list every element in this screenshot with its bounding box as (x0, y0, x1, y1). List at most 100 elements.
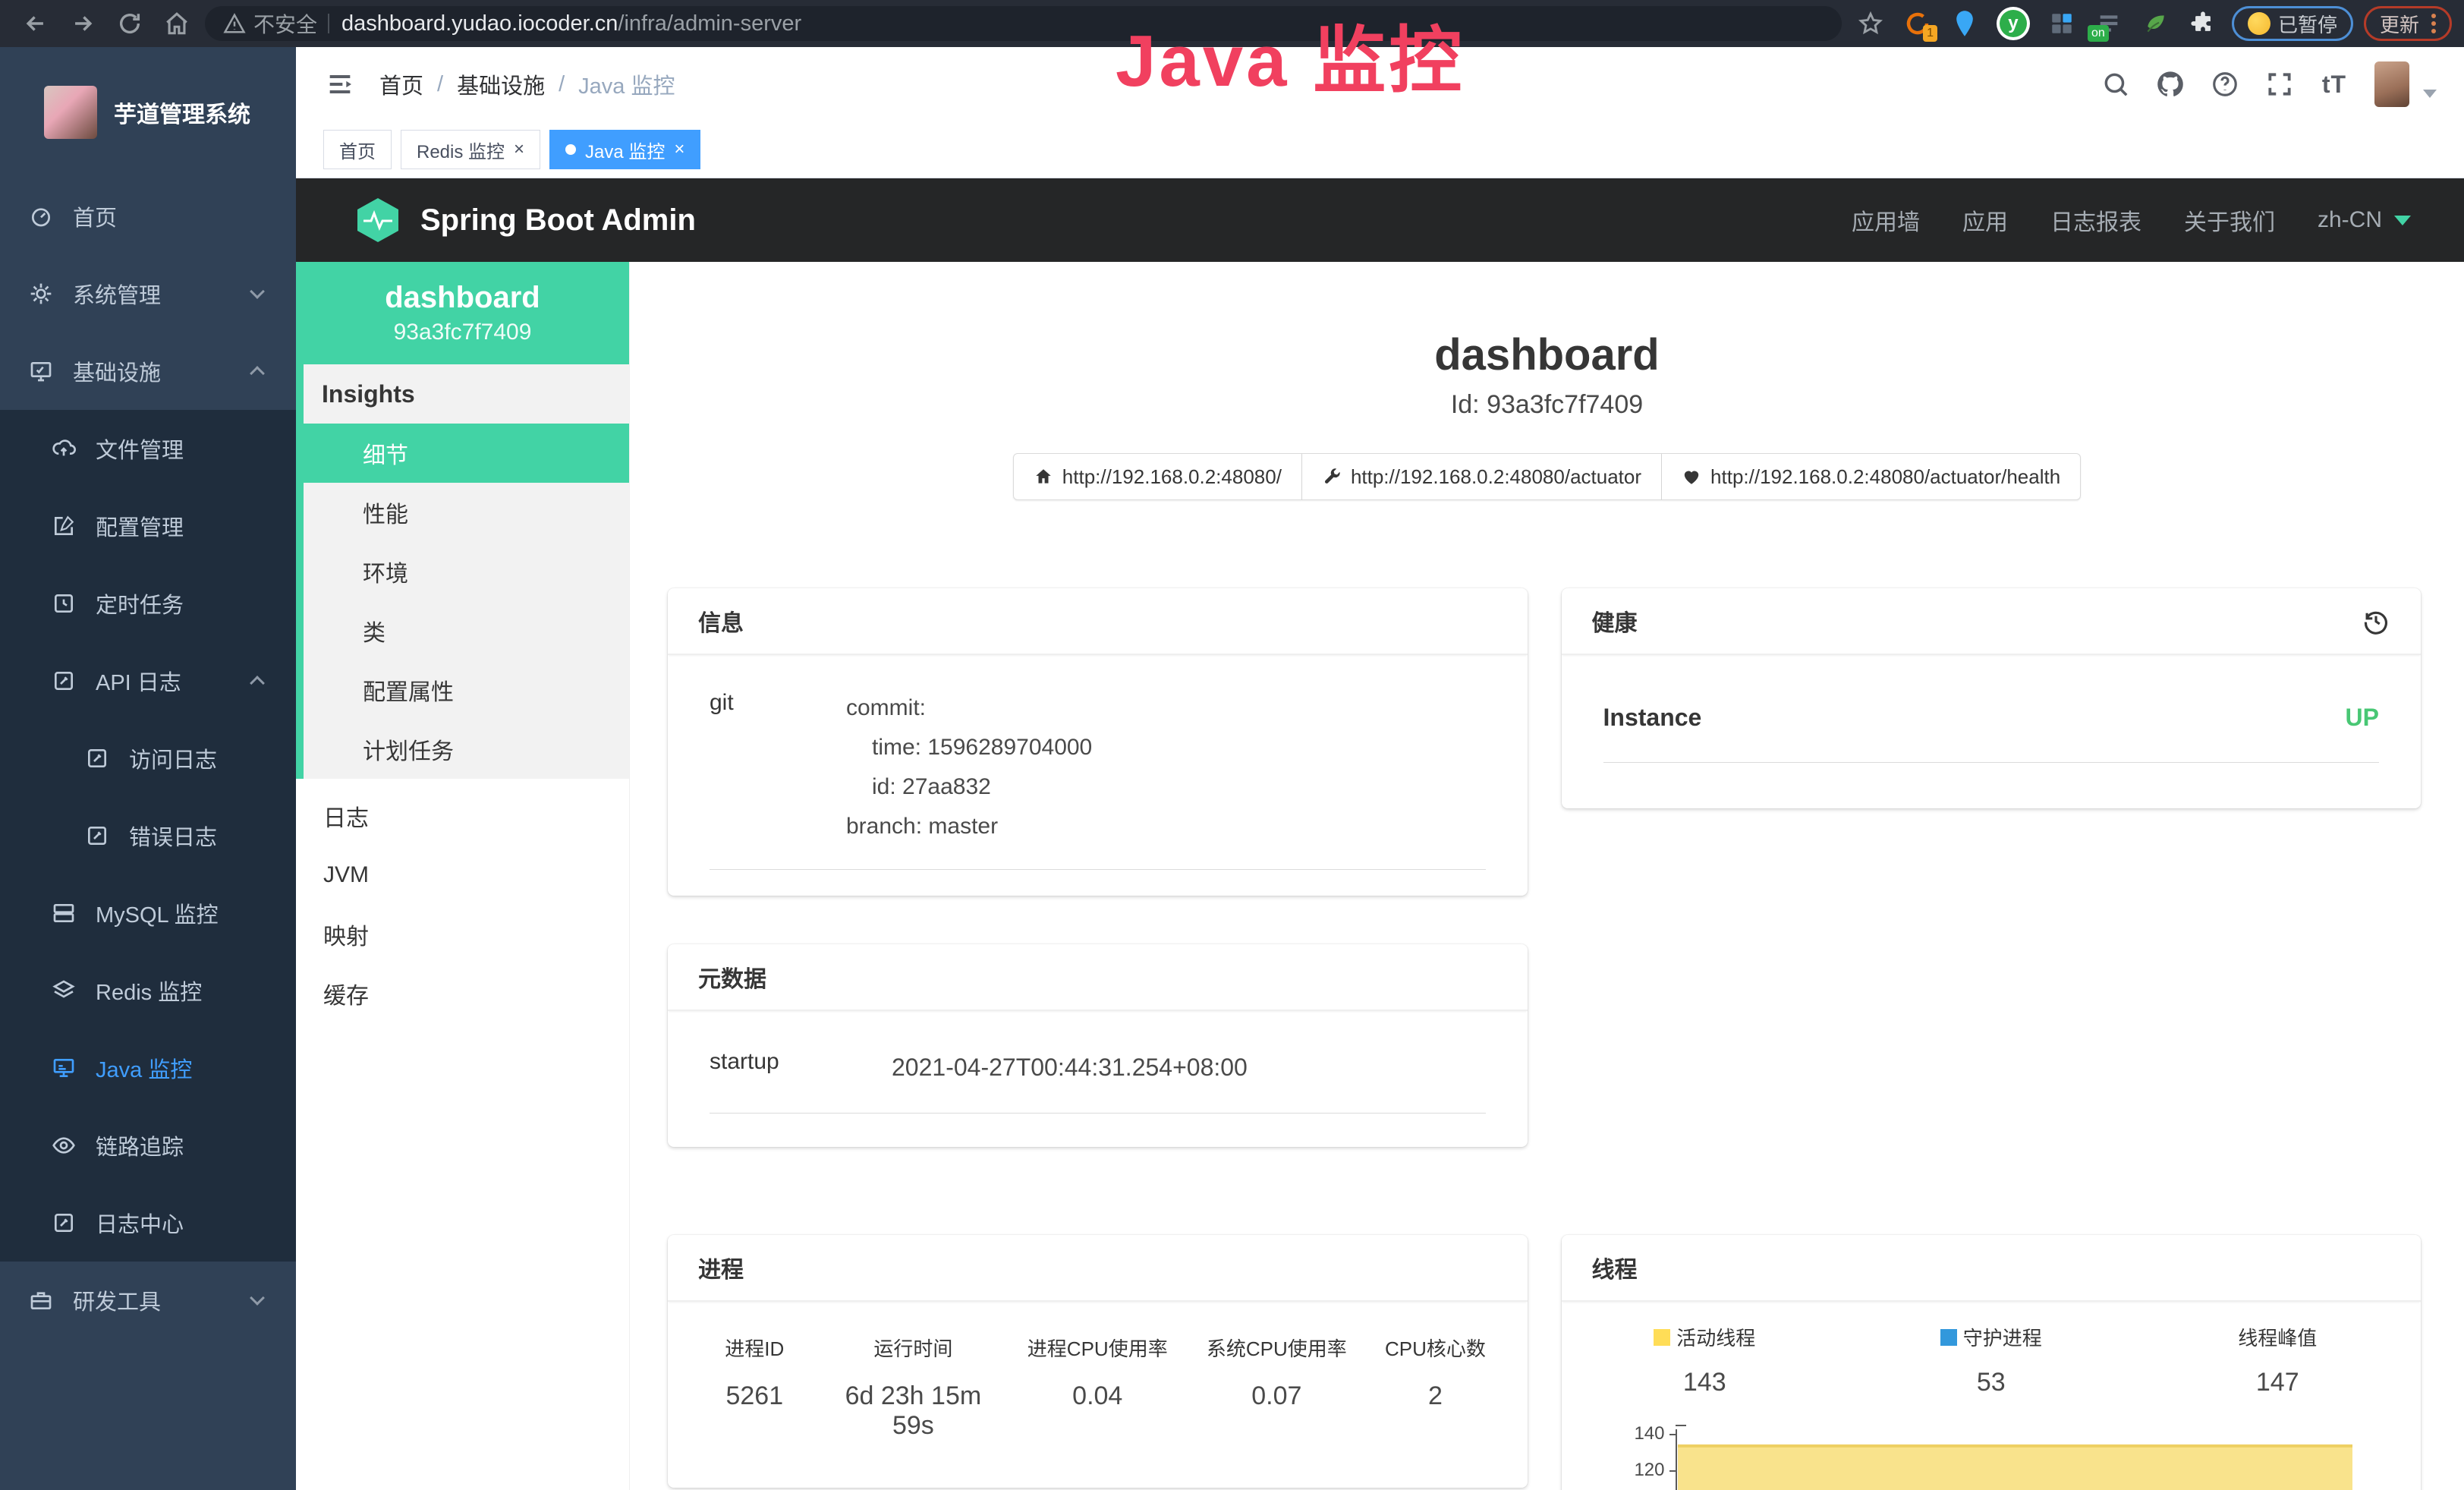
breadcrumb-infra[interactable]: 基础设施 (457, 68, 545, 100)
document-edit-icon (52, 669, 76, 693)
sba-item-scheduledtasks[interactable]: 计划任务 (304, 720, 629, 779)
sidebar-item-file[interactable]: 文件管理 (0, 410, 296, 487)
sba-nav-applications[interactable]: 应用 (1962, 203, 2008, 237)
caret-down-icon[interactable] (2394, 216, 2411, 225)
sba-nav-journal[interactable]: 日志报表 (2050, 203, 2141, 237)
ext-grid-icon[interactable] (2047, 8, 2077, 39)
health-url-button[interactable]: http://192.168.0.2:48080/actuator/health (1662, 453, 2081, 500)
metadata-key: startup (710, 1047, 892, 1087)
sidebar-item-logcenter[interactable]: 日志中心 (0, 1184, 296, 1262)
sidebar-item-apilog[interactable]: API 日志 (0, 642, 296, 720)
sidebar-item-java[interactable]: Java 监控 (0, 1029, 296, 1107)
user-avatar[interactable] (2374, 61, 2409, 107)
sidebar-item-mysql[interactable]: MySQL 监控 (0, 874, 296, 952)
font-size-icon[interactable]: tT (2317, 67, 2352, 102)
sidebar-item-trace[interactable]: 链路追踪 (0, 1107, 296, 1184)
bookmark-star-icon[interactable] (1855, 8, 1886, 39)
threads-card: 线程 活动线程 143 守护进程 (1562, 1235, 2422, 1490)
fullscreen-icon[interactable] (2262, 67, 2297, 102)
tag-tabs: 首页 Redis 监控 × Java 监控 × (296, 121, 2464, 178)
ext-proxy-icon[interactable]: on (2094, 8, 2124, 39)
legend-daemon-swatch (1940, 1329, 1957, 1346)
breadcrumb-home[interactable]: 首页 (379, 68, 423, 100)
ext-orange-sync-icon[interactable]: 1 (1902, 8, 1933, 39)
app-sidebar: 芋道管理系统 首页 系统管理 基础设施 文件管理 配置管理 (0, 47, 296, 1490)
omnibox-divider (328, 14, 329, 33)
sidebar-item-accesslog[interactable]: 访问日志 (0, 720, 296, 797)
url-path: /infra/admin-server (618, 11, 801, 36)
eye-icon (52, 1133, 76, 1158)
sidebar-item-job[interactable]: 定时任务 (0, 565, 296, 642)
sba-item-caches[interactable]: 缓存 (296, 964, 629, 1023)
health-card-title: 健康 (1592, 604, 1638, 638)
address-bar[interactable]: 不安全 dashboard.yudao.iocoder.cn/infra/adm… (205, 6, 1842, 41)
app-logo[interactable]: 芋道管理系统 (0, 47, 296, 178)
profile-paused-chip[interactable]: 已暂停 (2232, 6, 2353, 41)
github-icon[interactable] (2153, 67, 2188, 102)
health-history-icon[interactable] (2362, 606, 2390, 635)
sba-app-block[interactable]: dashboard 93a3fc7f7409 (296, 262, 629, 364)
monitor-icon (29, 359, 53, 383)
active-dot-icon (565, 144, 576, 155)
reload-icon[interactable] (106, 0, 153, 47)
ext-pin-icon[interactable] (1949, 8, 1980, 39)
warning-icon (223, 12, 246, 35)
sidebar-item-devtools[interactable]: 研发工具 (0, 1262, 296, 1339)
home-icon[interactable] (153, 0, 200, 47)
sidebar-item-config[interactable]: 配置管理 (0, 487, 296, 565)
sba-main: dashboard Id: 93a3fc7f7409 http://192.16… (630, 262, 2464, 1490)
sba-item-loggers[interactable]: 日志 (296, 786, 629, 846)
process-card: 进程 进程ID5261 运行时间6d 23h 15m 59s 进程CPU使用率0… (668, 1235, 1528, 1488)
sidebar-submenu-infra: 文件管理 配置管理 定时任务 API 日志 访问日志 错误日志 (0, 410, 296, 1262)
browser-menu-icon[interactable] (2431, 14, 2436, 33)
process-table: 进程ID5261 运行时间6d 23h 15m 59s 进程CPU使用率0.04… (668, 1302, 1528, 1488)
service-url-button[interactable]: http://192.168.0.2:48080/ (1013, 453, 1302, 500)
document-edit-icon (85, 746, 109, 770)
chrome-update-button[interactable]: 更新 (2364, 6, 2452, 41)
sba-item-mappings[interactable]: 映射 (296, 905, 629, 964)
annotation-java-monitor: Java 监控 (1116, 2, 1465, 107)
tab-home[interactable]: 首页 (323, 130, 392, 169)
tab-redis[interactable]: Redis 监控 × (401, 130, 540, 169)
sidebar-item-errorlog[interactable]: 错误日志 (0, 797, 296, 874)
process-card-title: 进程 (698, 1251, 744, 1284)
sba-item-metrics[interactable]: 性能 (304, 483, 629, 542)
sidebar-item-system[interactable]: 系统管理 (0, 255, 296, 332)
sba-locale-select[interactable]: zh-CN (2318, 207, 2382, 233)
sba-nav-about[interactable]: 关于我们 (2184, 203, 2275, 237)
sba-item-classes[interactable]: 类 (304, 601, 629, 660)
ext-leaf-icon[interactable] (2141, 8, 2171, 39)
actuator-url-button[interactable]: http://192.168.0.2:48080/actuator (1302, 453, 1662, 500)
close-icon[interactable]: × (674, 140, 684, 159)
sidebar-collapse-icon[interactable] (323, 68, 357, 101)
sba-section-insights: Insights (304, 364, 629, 424)
extensions-puzzle-icon[interactable] (2188, 8, 2218, 39)
toolbox-icon (29, 1288, 53, 1312)
caret-down-icon[interactable] (2423, 90, 2437, 98)
breadcrumb: 首页 / 基础设施 / Java 监控 (379, 68, 675, 100)
close-icon[interactable]: × (514, 140, 524, 159)
wrench-icon (1322, 467, 1342, 487)
sba-navbar: Spring Boot Admin 应用墙 应用 日志报表 关于我们 zh-CN (296, 178, 2464, 262)
sba-item-jvm[interactable]: JVM (296, 846, 629, 905)
forward-icon[interactable] (59, 0, 106, 47)
sba-item-env[interactable]: 环境 (304, 542, 629, 601)
sidebar-item-redis[interactable]: Redis 监控 (0, 952, 296, 1029)
sidebar-item-home[interactable]: 首页 (0, 178, 296, 255)
threads-legend: 活动线程 143 守护进程 53 (1562, 1323, 2422, 1397)
tab-java[interactable]: Java 监控 × (549, 130, 700, 169)
legend-live-swatch (1654, 1329, 1670, 1346)
app-title: 芋道管理系统 (114, 96, 250, 129)
chevron-up-icon (250, 366, 265, 381)
sba-nav-wallboard[interactable]: 应用墙 (1852, 203, 1920, 237)
help-icon[interactable] (2208, 67, 2242, 102)
database-icon (52, 901, 76, 925)
ext-green-circle-icon[interactable]: y (1997, 7, 2030, 40)
search-icon[interactable] (2098, 67, 2133, 102)
health-card: 健康 Instance UP (1562, 588, 2422, 808)
sba-item-configprops[interactable]: 配置属性 (304, 660, 629, 720)
instance-urls: http://192.168.0.2:48080/ http://192.168… (630, 453, 2464, 500)
back-icon[interactable] (12, 0, 59, 47)
sba-item-details[interactable]: 细节 (304, 424, 629, 483)
sidebar-item-infra[interactable]: 基础设施 (0, 332, 296, 410)
